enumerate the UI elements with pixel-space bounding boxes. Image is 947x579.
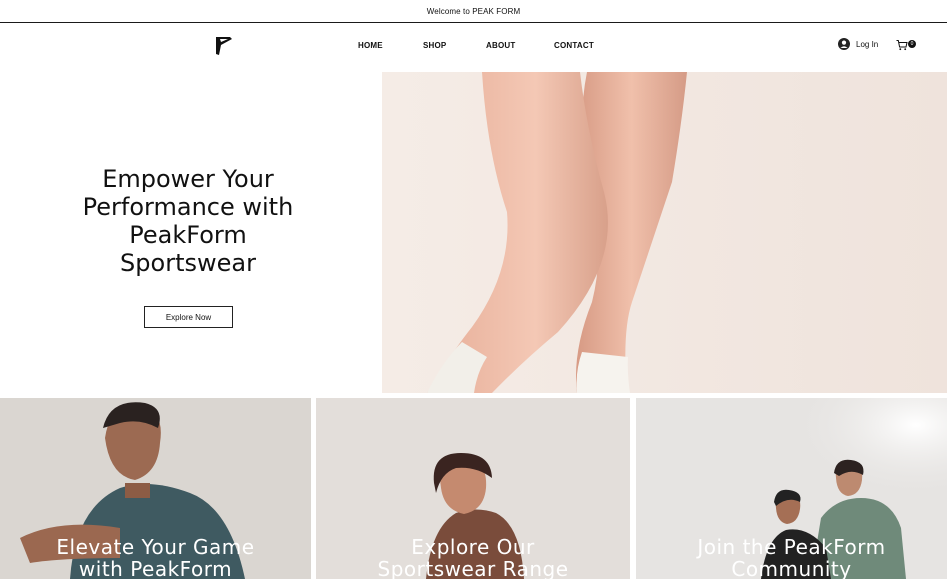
cart-count-badge: 0: [908, 40, 916, 48]
tile-caption-line: Community: [731, 557, 852, 579]
tile-caption-line: Join the PeakForm: [697, 535, 886, 559]
hero-heading-line: Performance with: [82, 193, 294, 221]
tile-caption: Elevate Your Game with PeakForm: [0, 536, 311, 579]
tile-caption: Join the PeakForm Community: [636, 536, 947, 579]
announcement-text: Welcome to PEAK FORM: [426, 6, 521, 16]
hero-heading-line: Sportswear: [120, 249, 256, 277]
main-nav: HOME SHOP ABOUT CONTACT: [0, 41, 947, 55]
site-header: HOME SHOP ABOUT CONTACT Log In 0: [0, 23, 947, 72]
login-button[interactable]: Log In: [838, 38, 878, 50]
nav-item-contact[interactable]: CONTACT: [554, 41, 594, 50]
hero-heading-line: Empower Your: [102, 165, 274, 193]
hero-heading-line: PeakForm: [129, 221, 247, 249]
tile-caption-line: with PeakForm: [78, 557, 233, 579]
tile-elevate-your-game[interactable]: Elevate Your Game with PeakForm: [0, 398, 311, 579]
tile-explore-range[interactable]: Explore Our Sportswear Range: [316, 398, 630, 579]
user-avatar-icon: [838, 38, 850, 50]
nav-item-home[interactable]: HOME: [358, 41, 383, 50]
cart-button[interactable]: 0: [896, 38, 918, 52]
tile-join-community[interactable]: Join the PeakForm Community: [636, 398, 947, 579]
explore-now-button[interactable]: Explore Now: [144, 306, 233, 328]
tile-caption-line: Explore Our: [411, 535, 535, 559]
login-label: Log In: [856, 39, 879, 49]
hero-image-legs: [382, 72, 947, 393]
announcement-bar: Welcome to PEAK FORM: [0, 0, 947, 23]
nav-item-about[interactable]: ABOUT: [486, 41, 515, 50]
hero-heading: Empower Your Performance with PeakForm S…: [68, 165, 308, 277]
tile-caption-line: Sportswear Range: [377, 557, 569, 579]
tile-caption-line: Elevate Your Game: [56, 535, 255, 559]
cart-icon: [896, 40, 908, 51]
tile-caption: Explore Our Sportswear Range: [316, 536, 630, 579]
nav-item-shop[interactable]: SHOP: [423, 41, 446, 50]
